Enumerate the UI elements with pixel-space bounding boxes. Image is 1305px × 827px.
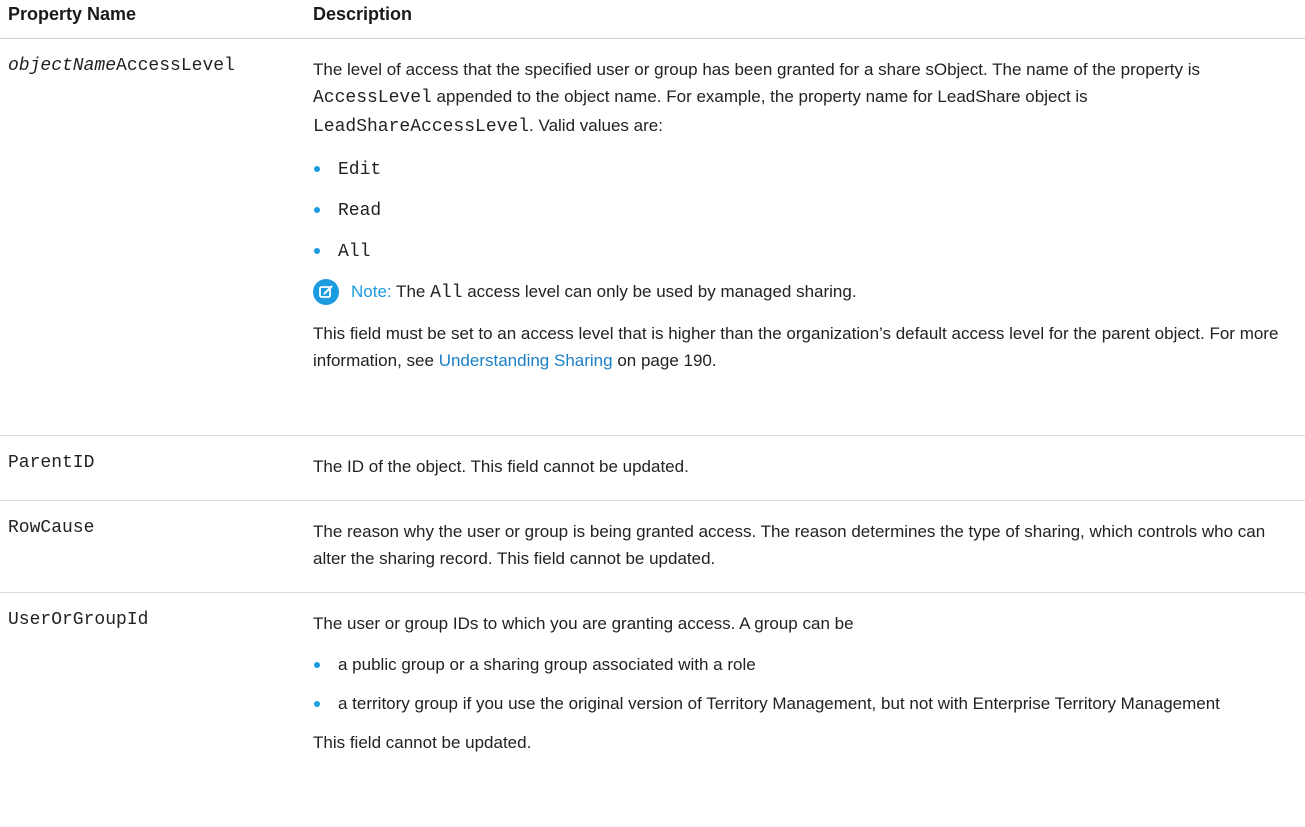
- code-all: All: [430, 283, 463, 303]
- property-name-italic: objectName: [8, 56, 117, 76]
- list-item: Read: [313, 196, 1297, 225]
- list-item: a territory group if you use the origina…: [313, 690, 1297, 717]
- description-paragraph: The level of access that the specified u…: [313, 56, 1297, 141]
- description-paragraph: This field cannot be updated.: [313, 733, 532, 752]
- note-edit-icon: [313, 279, 339, 305]
- bullet-icon: [314, 248, 320, 254]
- value-read: Read: [338, 201, 382, 221]
- bullet-icon: [314, 662, 320, 668]
- code-leadshare-access-level: LeadShareAccessLevel: [313, 117, 530, 137]
- header-property-name: Property Name: [8, 4, 137, 24]
- table-row-user-or-group-id: UserOrGroupId The user or group IDs to w…: [0, 593, 1305, 827]
- description-paragraph: This field must be set to an access leve…: [313, 320, 1297, 374]
- description-cell: The reason why the user or group is bein…: [313, 501, 1297, 572]
- table-row-row-cause: RowCause The reason why the user or grou…: [0, 501, 1305, 593]
- list-item: a public group or a sharing group associ…: [313, 651, 1297, 678]
- bullet-icon: [314, 166, 320, 172]
- property-name-cell: objectNameAccessLevel: [8, 56, 308, 76]
- property-name-cell: RowCause: [8, 518, 95, 538]
- bullet-icon: [314, 207, 320, 213]
- property-name-suffix: AccessLevel: [116, 56, 235, 76]
- description-cell: The ID of the object. This field cannot …: [313, 436, 1297, 480]
- table-row-parent-id: ParentID The ID of the object. This fiel…: [0, 436, 1305, 501]
- note-label: Note:: [351, 282, 392, 301]
- list-item-text: a public group or a sharing group associ…: [338, 655, 756, 674]
- list-item: All: [313, 237, 1297, 266]
- understanding-sharing-link[interactable]: Understanding Sharing: [439, 351, 613, 370]
- property-name-cell: ParentID: [8, 453, 95, 473]
- code-access-level: AccessLevel: [313, 88, 432, 108]
- property-name-cell: UserOrGroupId: [8, 610, 149, 630]
- text-segment: . Valid values are:: [529, 116, 663, 135]
- note-callout: Note: The All access level can only be u…: [313, 278, 1297, 307]
- list-item-text: a territory group if you use the origina…: [338, 694, 1220, 713]
- description-cell: The level of access that the specified u…: [313, 39, 1297, 374]
- table-header: Property Name Description: [0, 0, 1305, 39]
- text-segment: The: [391, 282, 431, 301]
- text-segment: access level can only be used by managed…: [462, 282, 857, 301]
- text-segment: on page 190.: [612, 351, 717, 370]
- valid-values-list: Edit Read All: [313, 155, 1297, 266]
- list-item: Edit: [313, 155, 1297, 184]
- description-paragraph: The ID of the object. This field cannot …: [313, 457, 689, 476]
- description-cell: The user or group IDs to which you are g…: [313, 593, 1297, 756]
- value-all: All: [338, 242, 371, 262]
- value-edit: Edit: [338, 160, 382, 180]
- text-segment: appended to the object name. For example…: [431, 87, 1088, 106]
- property-table: Property Name Description objectNameAcce…: [0, 0, 1305, 827]
- description-paragraph: The user or group IDs to which you are g…: [313, 614, 854, 633]
- header-description: Description: [313, 4, 413, 24]
- table-row-access-level: objectNameAccessLevel The level of acces…: [0, 39, 1305, 436]
- bullet-icon: [314, 701, 320, 707]
- description-paragraph: The reason why the user or group is bein…: [313, 522, 1266, 568]
- group-types-list: a public group or a sharing group associ…: [313, 651, 1297, 717]
- text-segment: The level of access that the specified u…: [313, 60, 1201, 79]
